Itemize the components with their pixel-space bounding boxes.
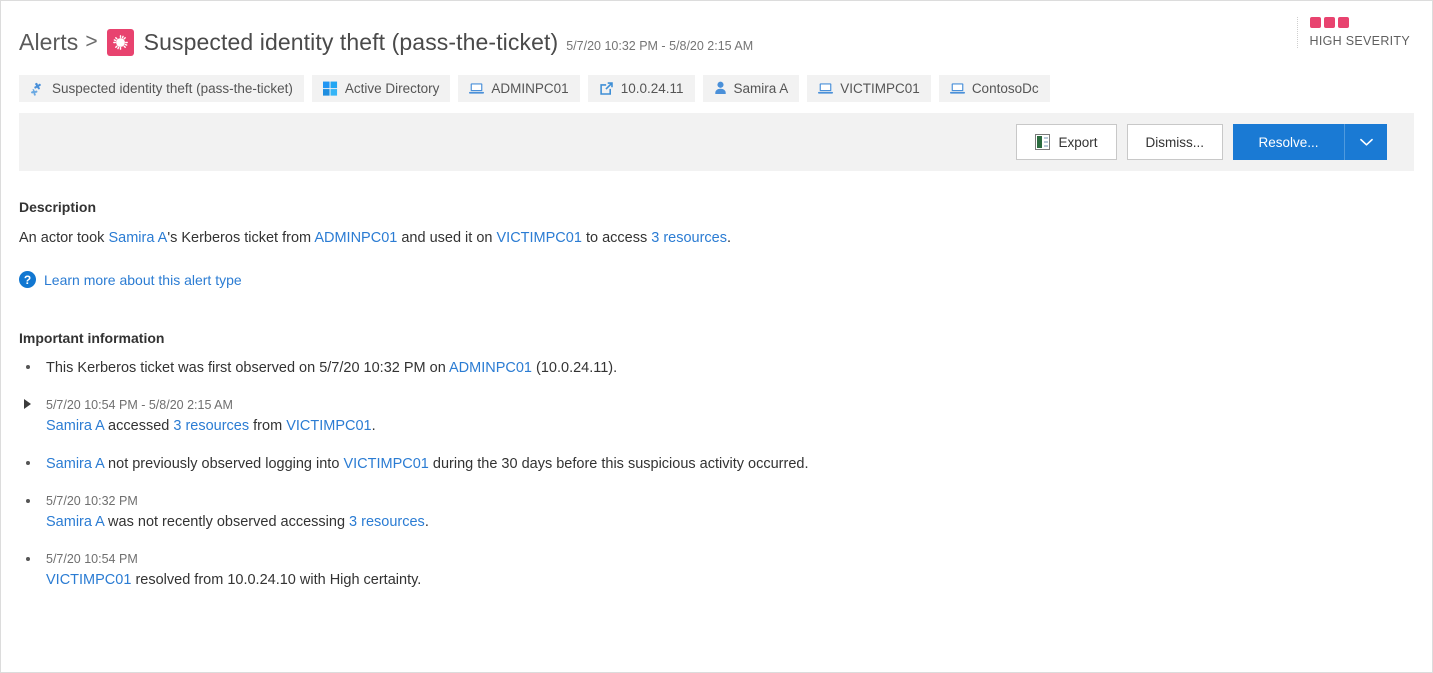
external-link-icon <box>599 81 614 96</box>
list-item-text: Samira A was not recently observed acces… <box>46 512 1414 533</box>
entity-chip-label: Samira A <box>733 80 789 96</box>
computer-icon <box>818 82 834 95</box>
text-segment: accessed <box>104 418 174 434</box>
entity-chip-ip-address[interactable]: 10.0.24.11 <box>587 74 695 102</box>
list-item-timestamp: 5/7/20 10:54 PM <box>46 552 138 566</box>
entity-link[interactable]: VICTIMPC01 <box>286 418 371 434</box>
breadcrumb-alerts-link[interactable]: Alerts <box>19 29 78 56</box>
dismiss-button-label: Dismiss... <box>1145 134 1205 150</box>
bullet-icon <box>26 461 30 465</box>
entity-chip-label: Active Directory <box>344 80 440 96</box>
entity-chip-user[interactable]: Samira A <box>702 74 800 102</box>
entity-link[interactable]: ADMINPC01 <box>449 360 532 376</box>
resolve-split-button: Resolve... <box>1233 124 1387 160</box>
entity-link[interactable]: Samira A <box>46 456 104 472</box>
entity-link[interactable]: ADMINPC01 <box>314 230 397 246</box>
entity-chip-active-directory[interactable]: Active Directory <box>311 74 451 102</box>
severity-label: HIGH SEVERITY <box>1309 34 1410 48</box>
entity-chip-label: ContosoDc <box>971 80 1039 96</box>
chevron-down-icon[interactable] <box>1345 124 1387 160</box>
computer-icon <box>949 82 965 95</box>
entity-link[interactable]: 3 resources <box>173 418 249 434</box>
entity-chip-list: Suspected identity theft (pass-the-ticke… <box>1 63 1432 105</box>
entity-link[interactable]: VICTIMPC01 <box>497 230 582 246</box>
person-icon <box>714 81 727 95</box>
entity-chip-label: VICTIMPC01 <box>840 80 920 96</box>
important-information-heading: Important information <box>19 330 165 346</box>
description-heading: Description <box>19 199 97 215</box>
text-segment: to access <box>581 230 652 246</box>
list-item-timestamp: 5/7/20 10:32 PM <box>46 494 138 508</box>
text-segment: 's Kerberos ticket from <box>167 230 315 246</box>
list-item: 5/7/20 10:32 PM Samira A was not recently… <box>19 492 1414 533</box>
expand-triangle-icon[interactable] <box>24 399 31 409</box>
alert-detail-page: Alerts > Suspected identity theft (pass-… <box>0 0 1433 673</box>
excel-export-icon <box>1035 134 1051 150</box>
text-segment: . <box>727 230 732 246</box>
text-segment: not previously observed logging into <box>104 456 344 472</box>
action-toolbar: Export Dismiss... Resolve... <box>19 113 1414 171</box>
bullet-icon <box>26 365 30 369</box>
list-item: 5/7/20 10:54 PM VICTIMPC01 resolved from … <box>19 550 1414 591</box>
text-segment: was not recently observed accessing <box>104 514 350 530</box>
breadcrumb-separator: > <box>85 30 98 53</box>
entity-chip-label: 10.0.24.11 <box>620 80 684 96</box>
alert-starburst-icon <box>106 28 134 56</box>
computer-icon <box>469 82 485 95</box>
severity-bars-icon <box>1309 17 1349 28</box>
entity-link[interactable]: 3 resources <box>349 514 425 530</box>
text-segment: during the 30 days before this suspiciou… <box>428 456 809 472</box>
text-segment: (10.0.24.11). <box>531 360 618 376</box>
learn-more-link[interactable]: Learn more about this alert type <box>44 272 242 288</box>
list-item-text: This Kerberos ticket was first observed … <box>46 358 1414 379</box>
question-circle-icon: ? <box>19 271 36 288</box>
entity-link[interactable]: 3 resources <box>651 230 727 246</box>
text-segment: resolved from 10.0.24.10 with High certa… <box>131 572 422 588</box>
export-button-label: Export <box>1058 134 1098 150</box>
text-segment: from <box>249 418 287 434</box>
bullet-icon <box>26 557 30 561</box>
text-segment: and used it on <box>397 230 497 246</box>
alert-content: Description An actor took Samira A's Ker… <box>1 199 1432 591</box>
export-button[interactable]: Export <box>1016 124 1117 160</box>
entity-link[interactable]: Samira A <box>46 418 104 434</box>
entity-chip-label: ADMINPC01 <box>491 80 569 96</box>
list-item: 5/7/20 10:54 PM - 5/8/20 2:15 AM Samira A… <box>19 396 1414 437</box>
entity-link[interactable]: Samira A <box>46 514 104 530</box>
entity-link[interactable]: VICTIMPC01 <box>46 572 131 588</box>
list-item-text: Samira A accessed 3 resources from VICTI… <box>46 416 1414 437</box>
entity-link[interactable]: VICTIMPC01 <box>343 456 428 472</box>
list-item: Samira A not previously observed logging… <box>19 454 1414 475</box>
important-information-list: This Kerberos ticket was first observed … <box>19 358 1414 591</box>
resolve-button[interactable]: Resolve... <box>1233 124 1345 160</box>
alert-time-range: 5/7/20 10:32 PM - 5/8/20 2:15 AM <box>566 39 754 53</box>
status-badge: HIGH SEVERITY <box>1296 17 1410 48</box>
text-segment: . <box>424 514 429 530</box>
list-item-timestamp: 5/7/20 10:54 PM - 5/8/20 2:15 AM <box>46 398 233 412</box>
entity-chip-label: Suspected identity theft (pass-the-ticke… <box>52 80 293 96</box>
page-header: Alerts > Suspected identity theft (pass-… <box>1 1 1432 63</box>
learn-more-row[interactable]: ? Learn more about this alert type <box>19 271 1414 288</box>
entity-chip-adminpc01[interactable]: ADMINPC01 <box>458 74 580 102</box>
description-text: An actor took Samira A's Kerberos ticket… <box>19 227 1414 249</box>
dismiss-button[interactable]: Dismiss... <box>1126 124 1223 160</box>
list-item-text: Samira A not previously observed logging… <box>46 454 1414 475</box>
entity-link[interactable]: Samira A <box>108 230 167 246</box>
entity-chip-contosodc[interactable]: ContosoDc <box>938 74 1050 102</box>
list-item-text: VICTIMPC01 resolved from 10.0.24.10 with… <box>46 570 1414 591</box>
text-segment: An actor took <box>19 230 109 246</box>
page-title: Suspected identity theft (pass-the-ticke… <box>143 28 559 55</box>
text-segment: This Kerberos ticket was first observed … <box>46 360 449 376</box>
entity-chip-victimpc01[interactable]: VICTIMPC01 <box>807 74 931 102</box>
text-segment: . <box>371 418 376 434</box>
bullet-icon <box>26 499 30 503</box>
alert-puzzle-icon <box>30 81 45 96</box>
entity-chip-alert[interactable]: Suspected identity theft (pass-the-ticke… <box>19 74 304 102</box>
windows-logo-icon <box>322 81 338 96</box>
list-item: This Kerberos ticket was first observed … <box>19 358 1414 379</box>
